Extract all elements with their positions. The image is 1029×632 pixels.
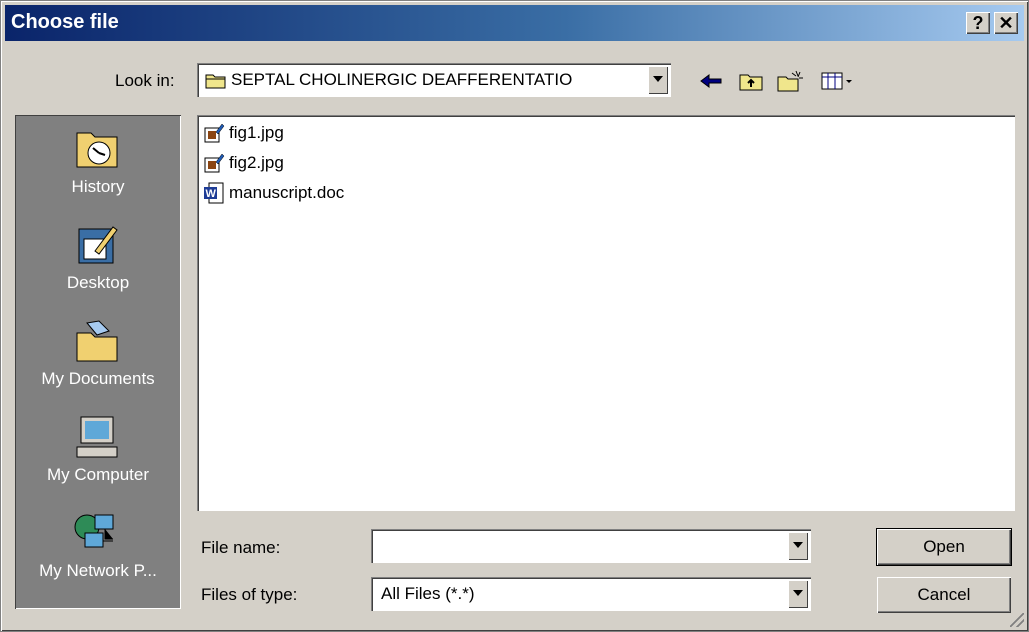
look-in-dropdown[interactable]: SEPTAL CHOLINERGIC DEAFFERENTATIO bbox=[197, 63, 671, 97]
place-desktop[interactable]: Desktop bbox=[15, 215, 181, 305]
file-name: fig2.jpg bbox=[229, 153, 284, 172]
close-button[interactable]: ✕ bbox=[994, 12, 1018, 34]
title-bar[interactable]: Choose file ? ✕ bbox=[5, 5, 1024, 41]
network-places-icon bbox=[74, 514, 114, 548]
look-in-dropdown-button[interactable] bbox=[648, 66, 668, 94]
file-name: manuscript.doc bbox=[229, 183, 345, 202]
file-name-field[interactable] bbox=[371, 529, 811, 563]
history-icon bbox=[76, 132, 118, 168]
place-history[interactable]: History bbox=[15, 119, 181, 209]
place-label: History bbox=[71, 177, 125, 196]
svg-text:W: W bbox=[206, 188, 217, 200]
files-of-type-value: All Files (*.*) bbox=[381, 584, 475, 603]
view-menu-icon[interactable] bbox=[819, 69, 855, 93]
new-folder-icon[interactable] bbox=[775, 69, 803, 93]
place-label: My Computer bbox=[46, 465, 150, 484]
list-item[interactable]: fig1.jpg bbox=[203, 119, 284, 147]
open-button[interactable]: Open bbox=[876, 528, 1012, 566]
file-name-dropdown-button[interactable] bbox=[788, 532, 808, 560]
file-name: fig1.jpg bbox=[229, 123, 284, 142]
places-bar: History Desktop My Documents My Computer… bbox=[15, 115, 181, 609]
desktop-icon bbox=[78, 226, 118, 264]
my-computer-icon bbox=[76, 416, 118, 458]
files-of-type-dropdown[interactable]: All Files (*.*) bbox=[371, 577, 811, 611]
folder-icon bbox=[205, 74, 226, 89]
help-button[interactable]: ? bbox=[966, 12, 990, 34]
place-label: Desktop bbox=[66, 273, 130, 292]
up-folder-icon[interactable] bbox=[737, 69, 765, 93]
place-network[interactable]: My Network P... bbox=[15, 503, 181, 593]
window-title: Choose file bbox=[11, 11, 119, 33]
files-of-type-label: Files of type: bbox=[201, 585, 298, 604]
file-list[interactable]: fig1.jpg fig2.jpg W manuscript.doc bbox=[197, 115, 1015, 511]
list-item[interactable]: fig2.jpg bbox=[203, 149, 284, 177]
list-item[interactable]: W manuscript.doc bbox=[203, 179, 344, 207]
place-my-computer[interactable]: My Computer bbox=[15, 407, 181, 497]
look-in-value: SEPTAL CHOLINERGIC DEAFFERENTATIO bbox=[231, 70, 573, 89]
look-in-label: Look in: bbox=[115, 71, 175, 90]
word-doc-icon: W bbox=[204, 182, 224, 204]
place-label: My Network P... bbox=[39, 561, 157, 580]
place-label: My Documents bbox=[41, 369, 155, 388]
resize-grip[interactable] bbox=[1010, 613, 1024, 627]
jpg-file-icon bbox=[204, 123, 225, 143]
my-documents-icon bbox=[76, 320, 118, 362]
choose-file-dialog: Choose file ? ✕ Look in: SEPTAL CHOLINER… bbox=[0, 0, 1029, 632]
file-name-label: File name: bbox=[201, 538, 281, 557]
files-of-type-dropdown-button[interactable] bbox=[788, 580, 808, 608]
back-arrow-icon[interactable] bbox=[697, 69, 725, 93]
place-my-documents[interactable]: My Documents bbox=[15, 311, 181, 401]
jpg-file-icon bbox=[204, 153, 225, 173]
cancel-button[interactable]: Cancel bbox=[877, 577, 1011, 613]
